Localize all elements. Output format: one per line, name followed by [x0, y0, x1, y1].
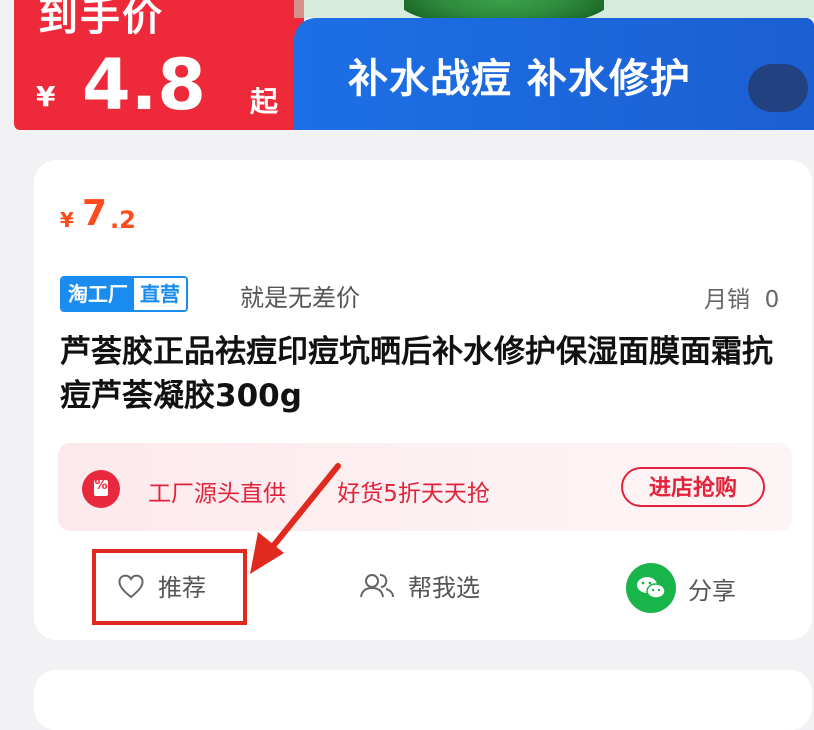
monthly-sales: 月销 0 — [704, 280, 779, 314]
banner-currency: ¥ — [36, 80, 56, 113]
product-subtitle: 就是无差价 — [240, 284, 360, 312]
price-currency: ¥ — [60, 208, 74, 232]
promo-banner[interactable]: 到手价 ¥ 4.8 起 补水战痘 补水修护 — [14, 0, 814, 130]
banner-slogan: 补水战痘 补水修护 — [348, 56, 691, 102]
promo-text-1: 工厂源头直供 — [148, 481, 286, 507]
price-decimal: .2 — [110, 206, 136, 234]
next-product-card[interactable] — [34, 670, 812, 730]
sales-value: 0 — [764, 287, 780, 313]
store-badge-name: 淘工厂 — [62, 278, 134, 310]
store-badge-type: 直营 — [134, 278, 186, 310]
users-icon — [360, 573, 394, 597]
share-button[interactable]: 分享 — [626, 563, 736, 613]
help-choose-button[interactable]: 帮我选 — [358, 568, 480, 603]
discount-icon: % — [82, 470, 120, 508]
banner-price-panel: 到手价 ¥ 4.8 起 — [14, 0, 304, 130]
sales-label: 月销 — [704, 287, 750, 313]
annotation-highlight-box — [92, 549, 247, 625]
promo-text-2: 好货5折天天抢 — [337, 481, 490, 507]
product-title[interactable]: 芦荟胶正品祛痘印痘坑晒后补水修护保湿面膜面霜抗痘芦荟凝胶300g — [60, 330, 780, 418]
store-badge: 淘工厂 直营 — [60, 276, 188, 312]
promo-text: 工厂源头直供 好货5折天天抢 — [148, 474, 490, 508]
banner-top-text: 到手价 — [38, 0, 164, 40]
banner-overlay-button[interactable] — [748, 64, 808, 112]
banner-price: 4.8 — [82, 44, 207, 126]
share-label: 分享 — [688, 576, 736, 605]
wechat-glyph — [637, 577, 666, 599]
help-choose-label: 帮我选 — [408, 574, 480, 602]
wechat-icon — [626, 563, 676, 613]
enter-store-button[interactable]: 进店抢购 — [621, 467, 765, 507]
discount-icon-symbol: % — [94, 478, 108, 493]
price-integer: 7 — [82, 193, 108, 234]
banner-price-suffix: 起 — [250, 85, 279, 118]
